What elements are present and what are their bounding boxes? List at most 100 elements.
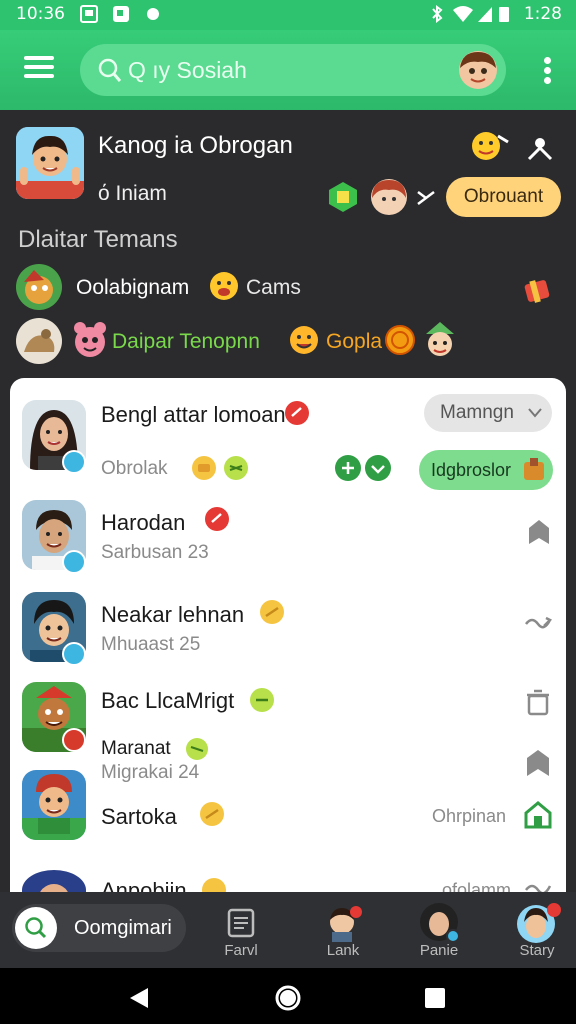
- share-icon[interactable]: [414, 186, 438, 210]
- friend-extra: Cams: [246, 276, 301, 299]
- chevron-down-icon: [528, 408, 542, 418]
- list-item[interactable]: Harodan Sarbusan 23: [10, 490, 566, 584]
- emoji-icon: [290, 326, 318, 354]
- friend-avatar-icon[interactable]: [370, 178, 408, 216]
- status-time-right: 1:28: [523, 4, 562, 24]
- menu-button[interactable]: [24, 56, 54, 82]
- nav-label: Panie: [419, 942, 459, 959]
- action-chip-label: Idgbroslor: [431, 460, 512, 480]
- friend-row[interactable]: Daipar Tenopnn Gopla: [16, 318, 566, 364]
- more-dot-icon: [544, 57, 551, 64]
- emoji-icon: [200, 802, 224, 826]
- emoji-icon: [260, 600, 284, 624]
- dot-icon: [147, 8, 159, 20]
- friend-avatar-image: [16, 318, 62, 364]
- list-item[interactable]: Bengl attar lomoan Mamngn Obrolak Idgbro…: [10, 378, 566, 490]
- action-chip[interactable]: Idgbroslor: [419, 450, 553, 490]
- nav-search-button[interactable]: Oomgimari: [12, 904, 186, 952]
- status-dropdown[interactable]: Mamngn: [424, 394, 552, 432]
- list-item[interactable]: Anpobiin ofolamm: [10, 866, 566, 892]
- coin-icon: [385, 325, 415, 355]
- emoji-sticker-icon[interactable]: [470, 128, 510, 162]
- wifi-icon: [453, 6, 473, 22]
- notification-badge-icon: [205, 507, 229, 531]
- status-dropdown-label: Mamngn: [440, 402, 514, 423]
- user-avatar-icon[interactable]: [458, 50, 498, 90]
- friend-name: Daipar Tenopnn: [112, 330, 260, 353]
- emoji-icon: [210, 272, 238, 300]
- profile-avatar[interactable]: [16, 127, 84, 199]
- contact-name: Anpobiin: [101, 878, 187, 892]
- nav-item-story[interactable]: Stary: [502, 902, 572, 962]
- contact-name: Sartoka: [101, 804, 177, 829]
- box-icon: [524, 458, 544, 480]
- battery-icon: [499, 7, 509, 22]
- search-icon: [25, 917, 47, 939]
- photo-icon: [113, 6, 129, 22]
- game-badge-icon: [62, 728, 86, 752]
- bluetooth-icon: [432, 5, 443, 23]
- badge-icon: [329, 182, 357, 212]
- contact-status-text: ofolamm: [442, 880, 512, 892]
- section-title: Dlaitar Temans: [18, 226, 178, 253]
- app-bar: Q ıy Sosiah: [0, 30, 576, 110]
- contact-sub: Mhuaast 25: [101, 634, 201, 655]
- emoji-icon: [186, 738, 208, 760]
- friend-name: Oolabignam: [76, 276, 190, 299]
- menu-icon-line: [24, 74, 54, 78]
- home-button-icon[interactable]: [274, 984, 302, 1012]
- nav-search-label: Oomgimari: [74, 917, 172, 939]
- back-icon[interactable]: [128, 986, 150, 1010]
- friend-row[interactable]: Oolabignam Cams: [16, 264, 566, 310]
- list-item[interactable]: Bac LlcaMrigt Maranat: [10, 678, 566, 762]
- nav-item-feed[interactable]: Farvl: [206, 902, 276, 962]
- nav-item-page[interactable]: Panie: [404, 902, 474, 962]
- swipe-icon[interactable]: [524, 878, 552, 892]
- search-input[interactable]: Q ıy Sosiah: [80, 44, 506, 96]
- nav-item-link[interactable]: Lank: [308, 902, 378, 962]
- contact-status-text: Ohrpinan: [432, 806, 507, 826]
- recents-icon[interactable]: [424, 987, 446, 1009]
- notification-badge-icon: [285, 401, 309, 425]
- contact-name: Bac LlcaMrigt: [101, 688, 235, 713]
- friend-avatar: [16, 318, 62, 364]
- trash-icon[interactable]: [524, 688, 552, 716]
- document-icon: [227, 908, 255, 938]
- gift-icon[interactable]: [522, 272, 554, 304]
- emoji-icon: [192, 456, 216, 480]
- menu-icon-line: [24, 65, 54, 69]
- bottom-navigation: Oomgimari Farvl Lank Panie Stary: [0, 892, 576, 968]
- system-navigation: [0, 968, 576, 1024]
- page-avatar-icon: [420, 903, 460, 943]
- home-icon[interactable]: [524, 800, 552, 830]
- contact-avatar-image: [22, 770, 86, 840]
- person-icon[interactable]: [526, 134, 554, 162]
- contact-name: Harodan: [101, 510, 186, 535]
- contact-sub: Sarbusan 23: [101, 542, 209, 563]
- profile-avatar-image: [16, 127, 84, 199]
- more-dot-icon: [544, 67, 551, 74]
- bookmark-icon[interactable]: [526, 518, 552, 546]
- more-dot-icon: [544, 77, 551, 84]
- contact-avatar: [22, 770, 86, 840]
- nav-search-circle: [15, 907, 57, 949]
- more-options-button[interactable]: [544, 57, 552, 85]
- contacts-list: Bengl attar lomoan Mamngn Obrolak Idgbro…: [10, 378, 566, 892]
- search-icon: [98, 58, 122, 82]
- friend-extra: Gopla: [326, 330, 383, 353]
- follow-button[interactable]: Obrouant: [446, 177, 561, 217]
- online-badge: [62, 550, 86, 574]
- emoji-icon: [250, 688, 274, 712]
- notification-icon: [80, 5, 98, 23]
- contact-sub: Obrolak: [101, 458, 168, 479]
- nav-label: Stary: [519, 942, 555, 959]
- nav-label: Lank: [326, 942, 360, 959]
- list-item[interactable]: Neakar lehnan Mhuaast 25: [10, 584, 566, 678]
- cartoon-icon: [74, 322, 106, 357]
- list-item[interactable]: Sartoka Ohrpinan: [10, 766, 566, 850]
- emoji-icon: [224, 456, 248, 480]
- nav-label: Farvl: [224, 942, 258, 959]
- elf-icon: [426, 322, 454, 356]
- swipe-icon[interactable]: [524, 612, 552, 634]
- contact-avatar-image: [22, 870, 86, 892]
